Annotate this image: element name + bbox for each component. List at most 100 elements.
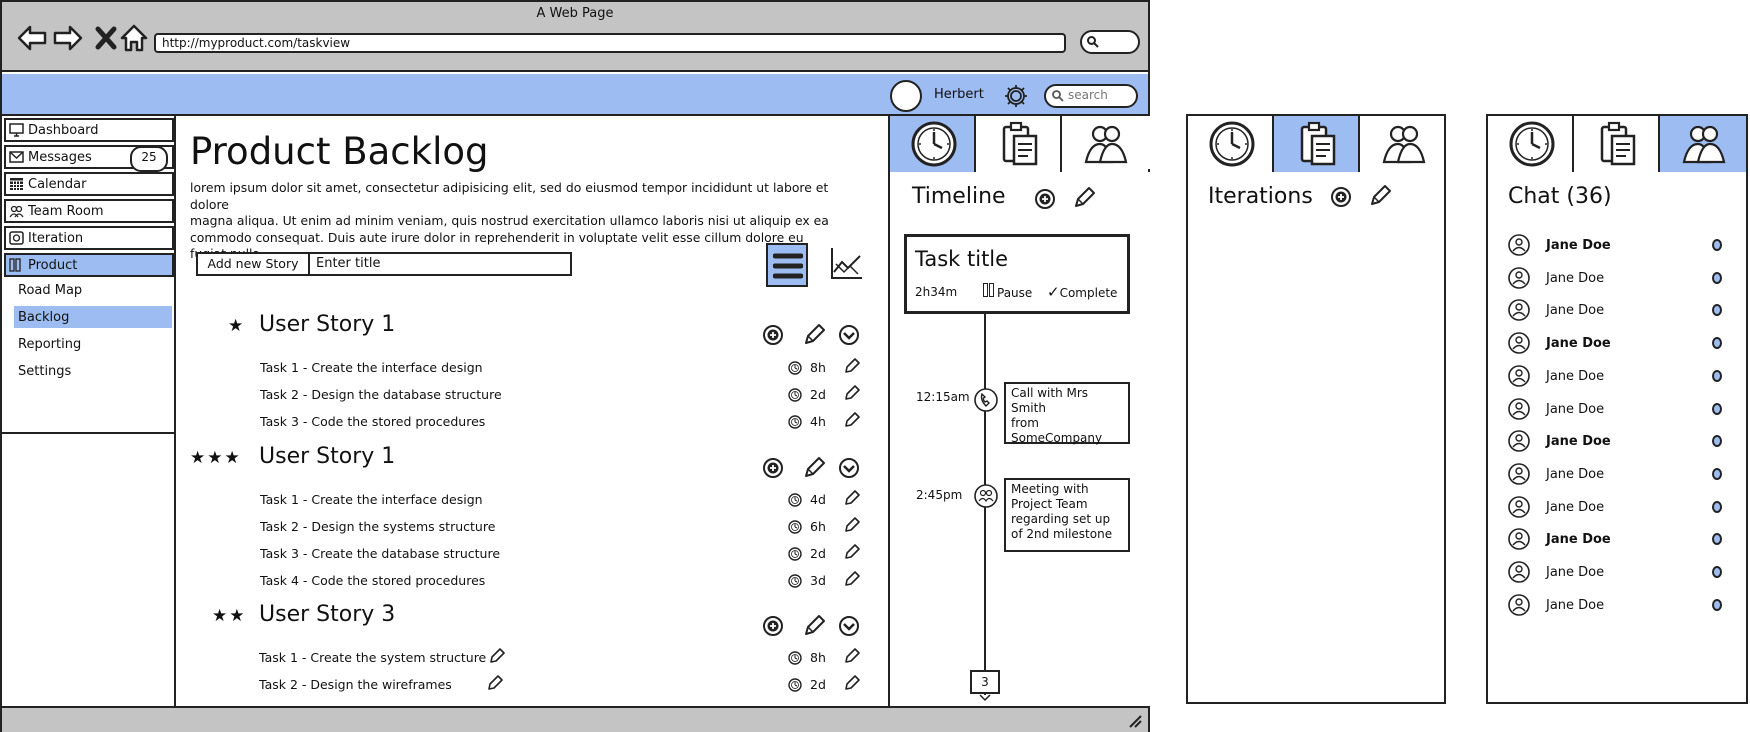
chat-user-row[interactable]: Jane Doe [1488, 363, 1746, 391]
edit-task-icon[interactable] [844, 544, 860, 560]
event-text: regarding set up [1011, 512, 1111, 526]
clock-icon [788, 678, 802, 692]
team-icon [1084, 125, 1128, 164]
event-card[interactable]: Meeting with Project Team regarding set … [1004, 478, 1130, 552]
tab-iterations[interactable] [1574, 116, 1660, 172]
user-avatar-icon [1508, 299, 1530, 322]
add-story-button[interactable]: Add new Story [196, 252, 310, 276]
event-card[interactable]: Call with Mrs Smith from SomeCompany [1004, 382, 1130, 445]
tab-iterations[interactable] [1274, 116, 1360, 172]
edit-task-icon[interactable] [844, 517, 860, 533]
tab-timeline[interactable] [1188, 116, 1274, 172]
home-icon[interactable] [118, 22, 150, 54]
sidebar-item-messages[interactable]: Messages 25 [4, 145, 174, 172]
edit-task-icon[interactable] [489, 648, 505, 664]
avatar[interactable] [890, 80, 922, 112]
browser-search-field[interactable] [1080, 30, 1140, 54]
envelope-icon [9, 151, 24, 163]
panel-tab-bar [890, 116, 1150, 172]
chart-view-icon[interactable] [828, 246, 864, 282]
edit-task-icon[interactable] [844, 412, 860, 428]
clock-icon [1509, 121, 1555, 167]
iterations-title: Iterations [1208, 184, 1313, 209]
chat-user-row[interactable]: Jane Doe [1488, 265, 1746, 293]
online-status-dot [1712, 566, 1722, 578]
story-priority-stars[interactable]: ★★★ [190, 448, 242, 468]
add-task-icon[interactable] [762, 324, 784, 346]
add-event-icon[interactable] [1034, 188, 1056, 210]
user-avatar-icon [1508, 266, 1530, 289]
edit-task-icon[interactable] [844, 571, 860, 587]
sidebar-subitem-reporting[interactable]: Reporting [14, 333, 172, 355]
chat-user-row[interactable]: Jane Doe [1488, 559, 1746, 587]
edit-iteration-icon[interactable] [1368, 184, 1392, 208]
page-title: Product Backlog [190, 130, 489, 173]
sidebar-subitem-settings[interactable]: Settings [14, 360, 172, 382]
edit-timeline-icon[interactable] [1072, 186, 1096, 210]
complete-button[interactable]: ✓Complete [1047, 283, 1117, 301]
chat-user-row[interactable]: Jane Doe [1488, 526, 1746, 554]
resize-grip-icon[interactable] [1128, 714, 1142, 728]
sidebar-subitem-backlog[interactable]: Backlog [14, 306, 172, 328]
chat-user-row[interactable]: Jane Doe [1488, 330, 1746, 358]
timeline-count[interactable]: 3 [970, 670, 1000, 694]
forward-arrow-icon[interactable] [52, 22, 84, 54]
event-text: Call with Mrs Smith [1011, 386, 1089, 415]
edit-task-icon[interactable] [487, 675, 503, 691]
sidebar-item-product[interactable]: Product [4, 253, 174, 277]
tab-iterations[interactable] [976, 116, 1062, 172]
gear-icon[interactable] [1002, 82, 1030, 110]
chat-user-row[interactable]: Jane Doe [1488, 297, 1746, 325]
edit-task-icon[interactable] [844, 675, 860, 691]
clock-icon [788, 415, 802, 429]
add-task-icon[interactable] [762, 615, 784, 637]
sidebar-item-dashboard[interactable]: Dashboard [4, 118, 174, 142]
chat-user-row[interactable]: Jane Doe [1488, 396, 1746, 424]
tab-team[interactable] [1660, 116, 1746, 172]
url-bar[interactable]: http://myproduct.com/taskview [154, 33, 1066, 53]
search-input[interactable]: search [1044, 84, 1138, 108]
edit-task-icon[interactable] [844, 358, 860, 374]
edit-story-icon[interactable] [802, 614, 826, 638]
tab-timeline[interactable] [890, 116, 976, 172]
user-avatar-icon [1508, 463, 1530, 485]
list-view-button[interactable] [766, 243, 808, 287]
story-title: User Story 1 [259, 312, 396, 337]
expand-chevron-icon[interactable] [838, 615, 860, 637]
sidebar-subitem-road-map[interactable]: Road Map [14, 279, 172, 301]
add-iteration-icon[interactable] [1330, 186, 1352, 208]
sidebar-item-iteration[interactable]: Iteration [4, 226, 174, 250]
edit-task-icon[interactable] [844, 385, 860, 401]
search-icon [1052, 90, 1064, 102]
search-icon [1087, 36, 1099, 48]
timeline-panel: Timeline Task title 2h34m Pause ✓Complet… [888, 116, 1150, 706]
story-priority-stars[interactable]: ★ [228, 316, 245, 336]
chat-user-row[interactable]: Jane Doe [1488, 461, 1746, 489]
story-priority-stars[interactable]: ★★ [212, 606, 246, 626]
back-arrow-icon[interactable] [16, 22, 48, 54]
expand-chevron-icon[interactable] [838, 324, 860, 346]
tab-team[interactable] [1062, 116, 1148, 172]
edit-task-icon[interactable] [844, 648, 860, 664]
chat-user-row[interactable]: Jane Doe [1488, 494, 1746, 522]
tab-timeline[interactable] [1488, 116, 1574, 172]
edit-story-icon[interactable] [802, 456, 826, 480]
user-name[interactable]: Herbert [934, 87, 984, 102]
tab-team[interactable] [1360, 116, 1444, 172]
edit-task-icon[interactable] [844, 490, 860, 506]
sidebar-item-label: Dashboard [28, 122, 99, 138]
chat-user-row[interactable]: Jane Doe [1488, 428, 1746, 456]
story-title-input[interactable]: Enter title [308, 252, 572, 276]
task-estimate: 8h [810, 360, 826, 375]
columns-icon [9, 258, 21, 272]
chat-user-row[interactable]: Jane Doe [1488, 592, 1746, 620]
sidebar-item-team-room[interactable]: Team Room [4, 199, 174, 223]
chat-user-row[interactable]: Jane Doe [1488, 232, 1746, 260]
online-status-dot [1712, 271, 1722, 284]
edit-story-icon[interactable] [802, 323, 826, 347]
expand-chevron-icon[interactable] [838, 457, 860, 479]
sidebar-item-calendar[interactable]: Calendar [4, 172, 174, 196]
pause-button[interactable]: Pause [983, 283, 1032, 300]
chat-user-list: Jane Doe Jane Doe Jane Doe Jane Doe Jane Doe… [1488, 230, 1746, 670]
add-task-icon[interactable] [762, 457, 784, 479]
